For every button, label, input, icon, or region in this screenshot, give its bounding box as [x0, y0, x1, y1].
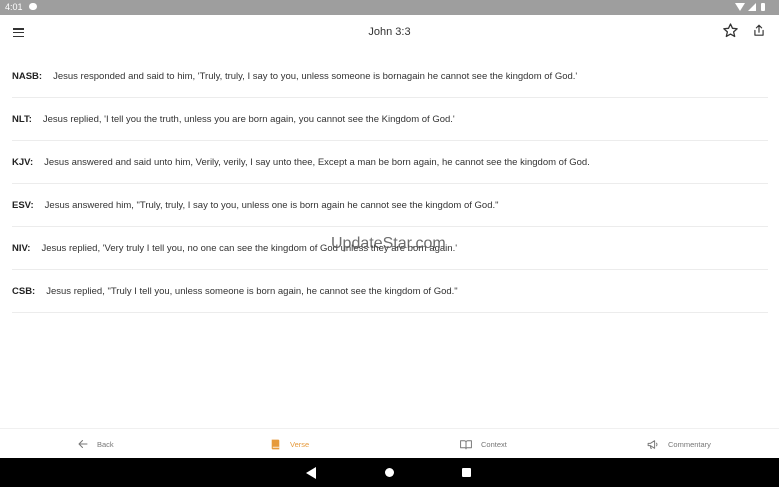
verse-text: Jesus answered him, "Truly, truly, I say…	[44, 199, 499, 211]
book-icon	[271, 439, 280, 449]
translation-label: NLT:	[12, 113, 32, 125]
nav-context-label: Context	[481, 439, 507, 449]
app-bar: John 3:3	[0, 15, 779, 51]
verse-list: NASB: Jesus responded and said to him, '…	[12, 55, 768, 313]
nav-commentary-button[interactable]: Commentary	[646, 429, 711, 459]
verse-text: Jesus replied, 'I tell you the truth, un…	[42, 113, 455, 125]
share-icon[interactable]	[752, 23, 766, 38]
battery-icon	[761, 3, 765, 11]
verse-row-kjv[interactable]: KJV: Jesus answered and said unto him, V…	[12, 141, 768, 184]
bottom-navigation: Back Verse Context Commentary	[0, 428, 779, 459]
system-home-icon[interactable]	[385, 468, 394, 477]
translation-label: ESV:	[12, 199, 34, 211]
verse-text: Jesus replied, "Truly I tell you, unless…	[46, 285, 458, 297]
nav-commentary-label: Commentary	[668, 439, 711, 449]
translation-label: NASB:	[12, 70, 43, 82]
wifi-icon	[735, 3, 745, 11]
watermark: UpdateStar.com	[331, 235, 446, 252]
translation-label: NIV:	[12, 242, 31, 254]
nav-context-button[interactable]: Context	[459, 429, 507, 459]
status-bar: 4:01	[0, 0, 779, 15]
signal-icon	[748, 3, 756, 11]
verse-text: Jesus answered and said unto him, Verily…	[44, 156, 590, 168]
system-recents-icon[interactable]	[462, 468, 471, 477]
nav-back-label: Back	[97, 439, 114, 449]
megaphone-icon	[647, 439, 658, 449]
arrow-left-icon	[78, 440, 88, 448]
translation-label: CSB:	[12, 285, 36, 297]
nav-verse-button[interactable]: Verse	[269, 429, 309, 459]
verse-text: Jesus responded and said to him, 'Truly,…	[53, 70, 578, 82]
status-time: 4:01	[5, 2, 23, 12]
nav-verse-label: Verse	[290, 439, 310, 449]
message-notification-icon	[29, 3, 37, 10]
page-title: John 3:3	[368, 26, 411, 38]
verse-row-nlt[interactable]: NLT: Jesus replied, 'I tell you the trut…	[12, 98, 768, 141]
translation-label: KJV:	[12, 156, 34, 168]
nav-back-button[interactable]: Back	[77, 429, 114, 459]
system-back-icon[interactable]	[306, 467, 316, 479]
open-book-icon	[460, 439, 472, 449]
verse-row-esv[interactable]: ESV: Jesus answered him, "Truly, truly, …	[12, 184, 768, 227]
verse-row-csb[interactable]: CSB: Jesus replied, "Truly I tell you, u…	[12, 270, 768, 313]
system-navigation-bar	[0, 458, 779, 487]
star-icon[interactable]	[722, 22, 739, 39]
verse-row-nasb[interactable]: NASB: Jesus responded and said to him, '…	[12, 55, 768, 98]
